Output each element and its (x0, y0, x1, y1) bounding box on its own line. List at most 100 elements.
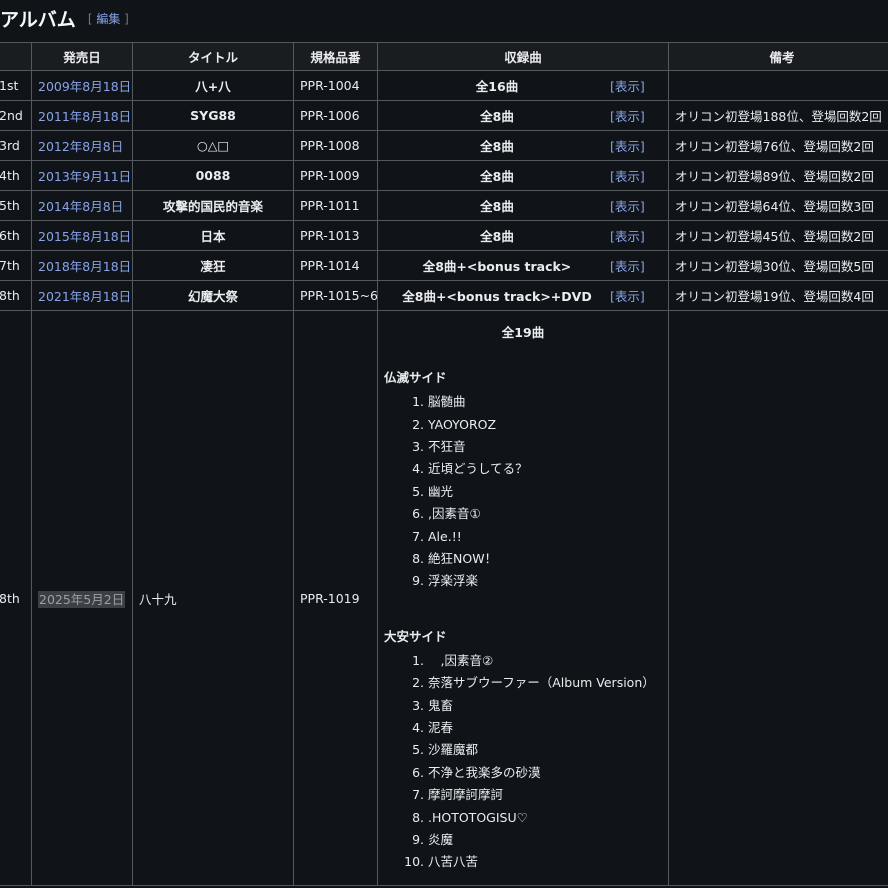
track-item: 奈落サブウーファー（Album Version） (428, 672, 662, 694)
release-date-link[interactable]: 2021年8月18日 (38, 289, 131, 304)
header-row: 発売日 タイトル 規格品番 収録曲 備考 (0, 42, 888, 71)
col-tracks: 収録曲 (377, 42, 669, 71)
catalog-number: PPR-1014 (293, 250, 378, 281)
row-number: 3rd (0, 130, 32, 161)
track-count: 全19曲 (501, 325, 545, 341)
catalog-number: PPR-1009 (293, 160, 378, 191)
row-number: 4th (0, 160, 32, 191)
track-count: 全8曲 (480, 169, 514, 184)
album-title: 幻魔大祭 (132, 280, 294, 311)
notes: オリコン初登場188位、登場回数2回 (668, 100, 888, 131)
table-row: 6th 2015年8月18日 日本 PPR-1013 全8曲 [表示] オリコン初… (0, 220, 888, 251)
section-title: アルバム (0, 8, 76, 31)
notes: オリコン初登場19位、登場回数4回 (668, 280, 888, 311)
catalog-number: PPR-1015~6 (293, 280, 378, 311)
side-tracklist: 脳髄曲 YAOYOROZ 不狂音 近頃どうしてる？ 幽光 ,因素音① Ale.!… (384, 391, 662, 593)
catalog-number: PPR-1004 (293, 70, 378, 101)
row-number: 5th (0, 190, 32, 221)
show-toggle[interactable]: [表示] (610, 166, 662, 185)
track-item: ,因素音② (428, 650, 662, 672)
notes: オリコン初登場64位、登場回数3回 (668, 190, 888, 221)
track-item: ,因素音① (428, 503, 662, 525)
show-toggle[interactable]: [表示] (610, 136, 662, 155)
col-catalog: 規格品番 (293, 42, 378, 71)
section-heading: アルバム [ 編集 ] (0, 0, 888, 36)
notes (668, 70, 888, 101)
table-row: 7th 2018年8月18日 凄狂 PPR-1014 全8曲+<bonus tr… (0, 250, 888, 281)
track-item: 炎魔 (428, 829, 662, 851)
track-item: 八苦八苦 (428, 851, 662, 873)
track-count: 全8曲+<bonus track>+DVD (402, 289, 592, 304)
release-date-link[interactable]: 2013年9月11日 (38, 169, 131, 184)
table-row: 8th 2021年8月18日 幻魔大祭 PPR-1015~6 全8曲+<bonu… (0, 280, 888, 311)
album-title: 日本 (132, 220, 294, 251)
track-item: 浮楽浮楽 (428, 570, 662, 592)
side-heading: 仏滅サイド (384, 370, 447, 386)
notes: オリコン初登場30位、登場回数5回 (668, 250, 888, 281)
row-number: 7th (0, 250, 32, 281)
notes: オリコン初登場76位、登場回数2回 (668, 130, 888, 161)
album-table: 発売日 タイトル 規格品番 収録曲 備考 1st 2009年8月18日 八+八 … (0, 42, 888, 886)
track-item: 幽光 (428, 481, 662, 503)
col-number (0, 42, 32, 71)
track-item: 摩訶摩訶摩訶 (428, 784, 662, 806)
show-toggle[interactable]: [表示] (610, 76, 662, 95)
release-date-link[interactable]: 2009年8月18日 (38, 79, 131, 94)
side-heading: 大安サイド (384, 628, 447, 644)
track-item: 泥春 (428, 717, 662, 739)
row-number: 8th (0, 280, 32, 311)
album-title: SYG88 (132, 100, 294, 131)
show-toggle[interactable]: [表示] (610, 106, 662, 125)
row-number: 1st (0, 70, 32, 101)
track-item: 不狂音 (428, 436, 662, 458)
catalog-number: PPR-1019 (293, 310, 378, 886)
album-title: 0088 (132, 160, 294, 191)
notes (668, 310, 888, 886)
catalog-number: PPR-1006 (293, 100, 378, 131)
release-date-link[interactable]: 2015年8月18日 (38, 229, 131, 244)
catalog-number: PPR-1011 (293, 190, 378, 221)
release-date-link[interactable]: 2018年8月18日 (38, 259, 131, 274)
catalog-number: PPR-1013 (293, 220, 378, 251)
track-count: 全8曲+<bonus track> (422, 259, 572, 274)
track-item: Ale.!! (428, 526, 662, 548)
row-number: 8th (0, 310, 32, 886)
edit-bracket-open: [ (87, 11, 93, 26)
release-date-selected[interactable]: 2025年5月2日 (38, 590, 126, 608)
track-count: 全16曲 (475, 79, 519, 94)
track-count: 全8曲 (480, 229, 514, 244)
show-toggle[interactable]: [表示] (610, 286, 662, 305)
table-row: 1st 2009年8月18日 八+八 PPR-1004 全16曲 [表示] (0, 70, 888, 101)
release-date-link[interactable]: 2012年8月8日 (38, 139, 123, 154)
col-notes: 備考 (668, 42, 888, 71)
edit-link[interactable]: 編集 (96, 12, 120, 26)
table-row: 3rd 2012年8月8日 ○△□ PPR-1008 全8曲 [表示] オリコン初… (0, 130, 888, 161)
track-item: .HOTOTOGISU♡ (428, 807, 662, 829)
notes: オリコン初登場89位、登場回数2回 (668, 160, 888, 191)
show-toggle[interactable]: [表示] (610, 226, 662, 245)
track-item: 絶狂NOW！ (428, 548, 662, 570)
table-row: 2nd 2011年8月18日 SYG88 PPR-1006 全8曲 [表示] オリ… (0, 100, 888, 131)
row-number: 2nd (0, 100, 32, 131)
release-date-link[interactable]: 2014年8月8日 (38, 199, 123, 214)
table-row-latest: 8th 2025年5月2日 八十九 PPR-1019 全19曲 仏滅サイド 脳髄… (0, 310, 888, 886)
album-title: ○△□ (132, 130, 294, 161)
catalog-number: PPR-1008 (293, 130, 378, 161)
album-title: 攻撃的国民的音楽 (132, 190, 294, 221)
track-item: YAOYOROZ (428, 414, 662, 436)
release-date-link[interactable]: 2011年8月18日 (38, 109, 131, 124)
table-row: 5th 2014年8月8日 攻撃的国民的音楽 PPR-1011 全8曲 [表示] … (0, 190, 888, 221)
table-row: 4th 2013年9月11日 0088 PPR-1009 全8曲 [表示] オリコ… (0, 160, 888, 191)
col-title: タイトル (132, 42, 294, 71)
tracklist: 全19曲 仏滅サイド 脳髄曲 YAOYOROZ 不狂音 近頃どうしてる？ 幽光 … (377, 310, 669, 886)
album-title: 八十九 (132, 310, 294, 886)
col-release-date: 発売日 (31, 42, 133, 71)
edit-section: [ 編集 ] (88, 10, 129, 27)
notes: オリコン初登場45位、登場回数2回 (668, 220, 888, 251)
track-item: 鬼畜 (428, 695, 662, 717)
show-toggle[interactable]: [表示] (610, 256, 662, 275)
track-count: 全8曲 (480, 199, 514, 214)
track-item: 近頃どうしてる？ (428, 458, 662, 480)
track-item: 沙羅魔都 (428, 739, 662, 761)
show-toggle[interactable]: [表示] (610, 196, 662, 215)
